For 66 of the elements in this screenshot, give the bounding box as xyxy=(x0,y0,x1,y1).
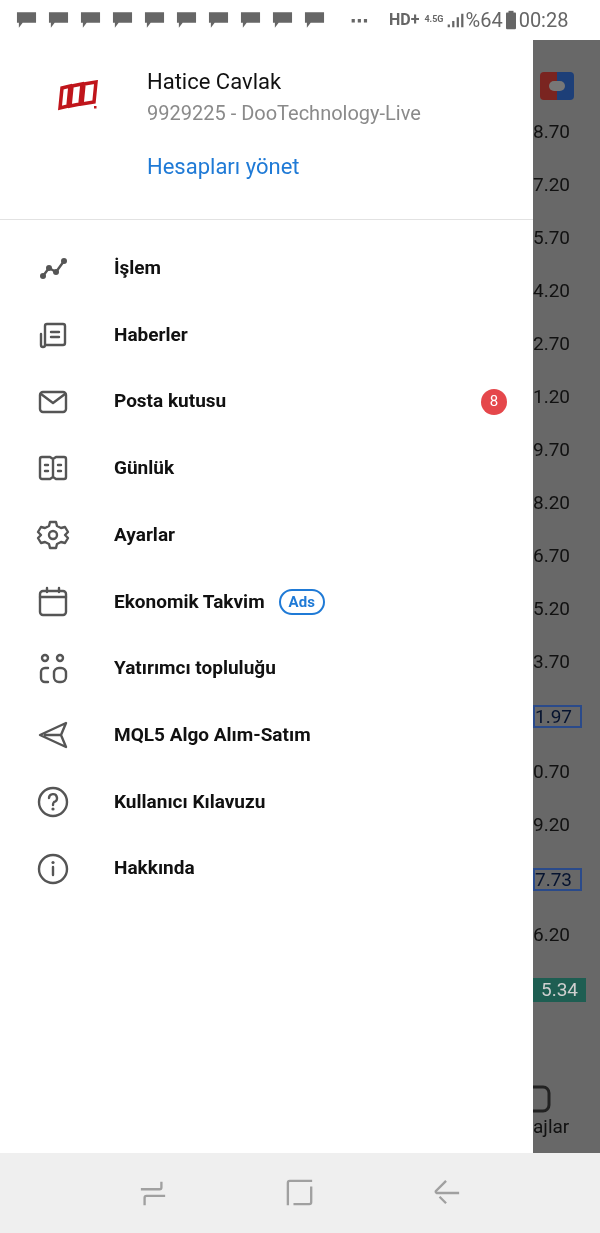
message-notification-icon xyxy=(208,11,229,29)
price-label: 5.34 xyxy=(533,978,587,1002)
price-label: 8.70 xyxy=(533,122,572,141)
logo xyxy=(58,80,100,112)
menu-item[interactable]: Kullanıcı Kılavuzu xyxy=(0,768,533,836)
more-notifications: ⋯ xyxy=(350,8,368,33)
menu-item[interactable]: Yatırımcı topluluğu xyxy=(0,635,533,702)
message-notification-icon xyxy=(80,11,101,29)
message-notification-icon xyxy=(304,11,325,29)
clock: 00:28 xyxy=(518,7,569,34)
price-label: 9.20 xyxy=(533,815,572,834)
message-notification-icon xyxy=(272,11,293,29)
menu-item[interactable]: İşlem xyxy=(0,235,533,302)
menu-item[interactable]: Günlük xyxy=(0,435,533,502)
data-type-label: 4.5G xyxy=(424,13,444,27)
message-notification-icon xyxy=(48,11,69,29)
price-label: 6.70 xyxy=(533,546,572,565)
message-notification-icon xyxy=(16,11,37,29)
menu-item[interactable]: Hakkında xyxy=(0,835,533,902)
price-label: 5.70 xyxy=(533,228,572,247)
menu-item[interactable]: Haberler xyxy=(0,301,533,369)
menu-label: MQL5 Algo Alım-Satım xyxy=(114,721,311,748)
price-label: 2.70 xyxy=(533,334,572,353)
menu-label: Kullanıcı Kılavuzu xyxy=(114,788,266,815)
battery-icon xyxy=(505,10,516,30)
price-label: 1.20 xyxy=(533,387,572,406)
manage-accounts-link[interactable]: Hesapları yönet xyxy=(147,153,421,181)
message-notification-icon xyxy=(240,11,261,29)
menu-label: İşlem xyxy=(114,255,162,282)
price-label: 5.20 xyxy=(533,599,572,618)
price-label: 9.70 xyxy=(533,440,572,459)
network-label: HD+ xyxy=(389,9,420,31)
help-icon xyxy=(36,784,70,819)
message-notification-icon xyxy=(112,11,133,29)
app-logo-icon xyxy=(540,72,574,100)
message-notification-icon xyxy=(176,11,197,29)
price-label: 7.73 xyxy=(533,868,583,891)
price-label: 6.20 xyxy=(533,925,572,944)
menu-label: Haberler xyxy=(114,321,188,348)
info-icon xyxy=(36,851,70,886)
price-label: 3.70 xyxy=(533,652,572,671)
home-icon[interactable] xyxy=(286,1179,314,1207)
price-label: 8.20 xyxy=(533,493,572,512)
account-name: Hatice Cavlak xyxy=(147,68,283,96)
ads-tag: Ads xyxy=(278,588,325,615)
price-label: 7.20 xyxy=(533,175,572,194)
price-label: 4.20 xyxy=(533,281,572,300)
menu-item[interactable]: Ekonomik Takvim Ads xyxy=(0,568,533,636)
signal-icon xyxy=(446,11,465,29)
unread-count-badge: 8 xyxy=(481,388,507,415)
menu-label: Ekonomik Takvim xyxy=(114,588,265,615)
price-label: 0.70 xyxy=(533,762,572,781)
battery-percentage: %64 xyxy=(465,7,503,34)
account-details: 9929225 - DooTechnology-Live xyxy=(147,100,421,127)
menu-label: Günlük xyxy=(114,455,175,482)
menu-item[interactable]: Posta kutusu 8 xyxy=(0,368,533,436)
menu-label: Ayarlar xyxy=(114,521,175,548)
calendar-icon xyxy=(36,584,70,619)
back-icon[interactable] xyxy=(432,1179,461,1207)
menu-label: Hakkında xyxy=(114,855,195,882)
menu-item[interactable]: Ayarlar xyxy=(0,501,533,569)
menu-label: Posta kutusu xyxy=(114,388,227,415)
menu-item[interactable]: MQL5 Algo Alım-Satım xyxy=(0,701,533,769)
menu-label: Yatırımcı topluluğu xyxy=(114,655,276,682)
message-notification-icon xyxy=(144,11,165,29)
price-label: 1.97 xyxy=(533,705,583,728)
